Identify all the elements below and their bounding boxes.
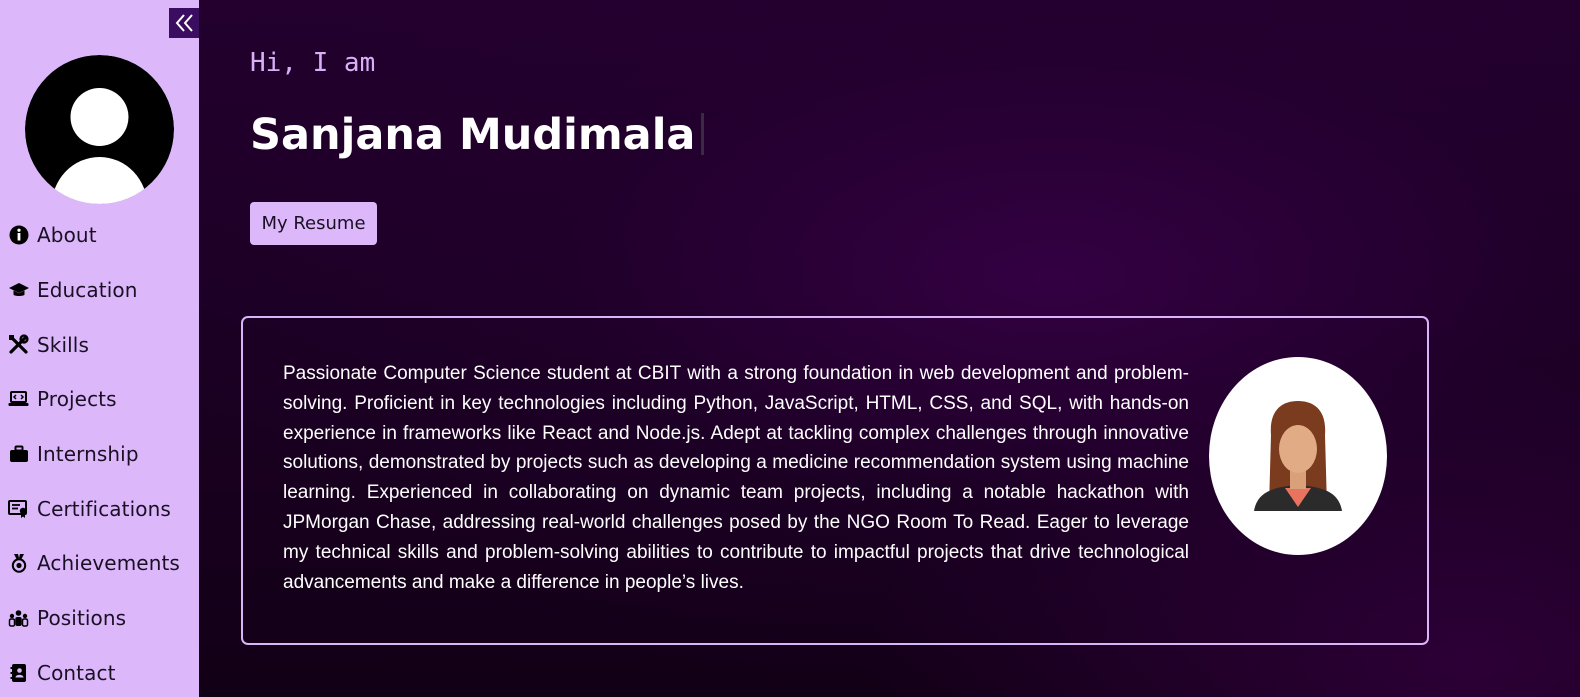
sidebar-item-label: Internship	[37, 442, 139, 467]
sidebar-item-skills[interactable]: Skills	[0, 317, 199, 372]
hero-name-text: Sanjana Mudimala	[250, 110, 696, 160]
sidebar-item-positions[interactable]: Positions	[0, 591, 199, 646]
double-chevron-left-icon	[175, 14, 193, 32]
sidebar-item-internship[interactable]: Internship	[0, 427, 199, 482]
sidebar-item-label: Contact	[37, 660, 116, 685]
profile-illustration	[1209, 357, 1387, 555]
sidebar-nav: About Education Skills Projects Internsh…	[0, 208, 199, 697]
sidebar-item-label: Skills	[37, 332, 89, 357]
laptop-code-icon	[8, 389, 29, 410]
about-description: Passionate Computer Science student at C…	[283, 363, 1189, 593]
sidebar-item-certifications[interactable]: Certifications	[0, 481, 199, 536]
avatar	[25, 55, 174, 204]
sidebar-item-projects[interactable]: Projects	[0, 372, 199, 427]
sidebar-item-label: Education	[37, 278, 138, 303]
about-card: Passionate Computer Science student at C…	[241, 316, 1429, 645]
sidebar-item-label: Projects	[37, 387, 117, 412]
sidebar-item-label: Certifications	[37, 496, 171, 521]
sidebar-item-education[interactable]: Education	[0, 263, 199, 318]
info-icon	[8, 225, 29, 246]
sidebar-item-label: About	[37, 223, 97, 248]
medal-icon	[8, 553, 29, 574]
tools-icon	[8, 334, 29, 355]
typing-cursor	[701, 113, 705, 155]
graduation-cap-icon	[8, 280, 29, 301]
people-group-icon	[8, 608, 29, 629]
sidebar-item-contact[interactable]: Contact	[0, 646, 199, 697]
sidebar-item-about[interactable]: About	[0, 208, 199, 263]
address-book-icon	[8, 662, 29, 683]
sidebar-item-achievements[interactable]: Achievements	[0, 536, 199, 591]
my-resume-button[interactable]: My Resume	[250, 202, 377, 245]
sidebar-item-label: Positions	[37, 606, 127, 631]
collapse-sidebar-button[interactable]	[169, 8, 199, 38]
sidebar: About Education Skills Projects Internsh…	[0, 0, 199, 697]
hero-name: Sanjana Mudimala	[250, 110, 705, 160]
greeting-text: Hi, I am	[250, 48, 376, 78]
hero-section: Hi, I am Sanjana Mudimala My Resume Pass…	[199, 0, 1580, 697]
certificate-icon	[8, 498, 29, 519]
briefcase-icon	[8, 444, 29, 465]
sidebar-item-label: Achievements	[37, 551, 180, 576]
